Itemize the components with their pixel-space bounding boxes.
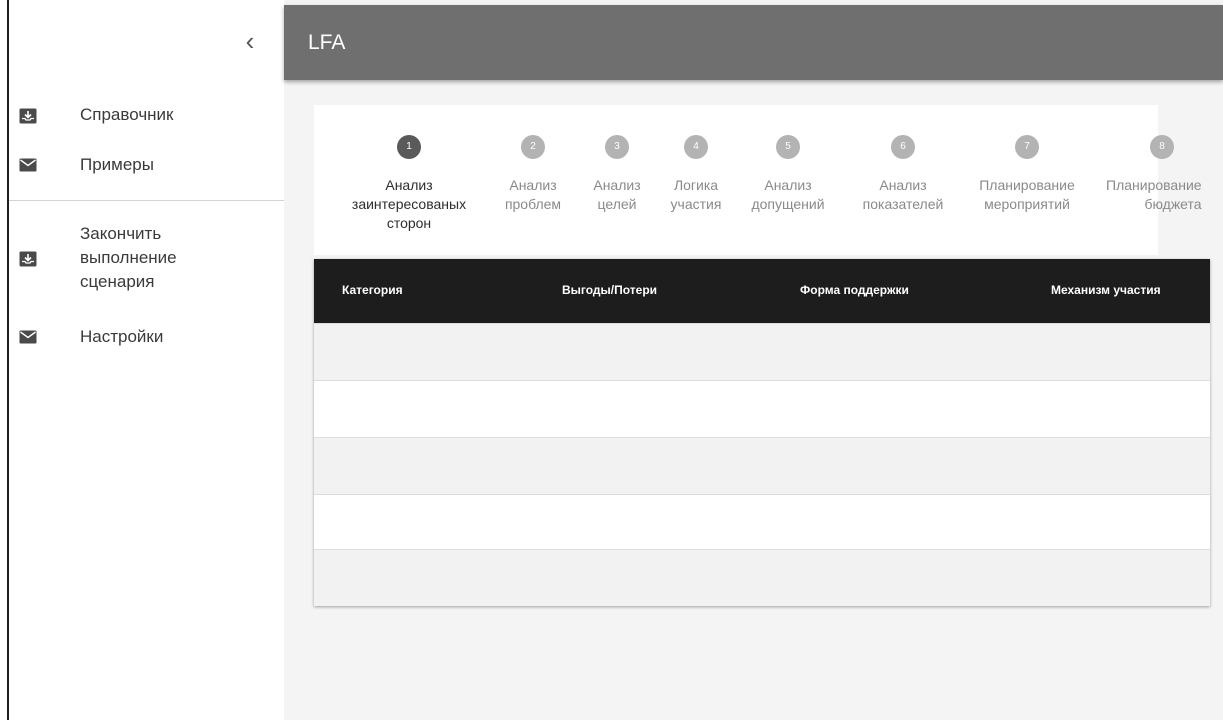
sidebar-item-label: Настройки [80, 327, 164, 346]
sidebar: ‹ Справочник Примеры Закончить выполнени… [9, 0, 284, 720]
step-number: 7 [1015, 135, 1039, 159]
step-number: 6 [891, 135, 915, 159]
step-number: 1 [397, 135, 421, 159]
stepper: 1 Анализ заинтересованых сторон 2 Анализ… [314, 105, 1202, 255]
sidebar-divider [9, 200, 284, 201]
envelope-icon [19, 158, 37, 172]
step-label: Анализ допущений [751, 177, 825, 212]
step-label: Анализ проблем [504, 177, 562, 212]
stakeholder-table: Категория Выгоды/Потери Форма поддержки … [314, 259, 1210, 606]
sidebar-item-examples[interactable]: Примеры [9, 152, 284, 178]
step-label: Анализ показателей [862, 177, 944, 212]
step-number: 4 [684, 135, 708, 159]
step-label: Логика участия [670, 177, 722, 212]
step-label: Планирование мероприятий [979, 177, 1075, 212]
sidebar-item-label: Справочник [80, 105, 174, 124]
table-row[interactable] [314, 437, 1210, 494]
sidebar-item-label: Примеры [80, 155, 154, 174]
chevron-left-icon: ‹ [245, 26, 255, 56]
table-row[interactable] [314, 380, 1210, 437]
envelope-icon [19, 330, 37, 344]
step-number: 2 [521, 135, 545, 159]
sidebar-item-finish-scenario[interactable]: Закончить выполнение сценария [9, 222, 284, 298]
collapse-sidebar-button[interactable]: ‹ [235, 26, 265, 56]
step-number: 8 [1150, 135, 1174, 159]
inbox-download-icon [19, 108, 37, 124]
step-number: 5 [776, 135, 800, 159]
app-title: LFA [308, 31, 346, 54]
app-bar: LFA [284, 5, 1223, 80]
step-number: 3 [605, 135, 629, 159]
sidebar-item-settings[interactable]: Настройки [9, 324, 284, 350]
sidebar-item-reference[interactable]: Справочник [9, 103, 284, 129]
column-header-participation-mechanism[interactable]: Механизм участия [1051, 283, 1161, 297]
sidebar-item-label: Закончить выполнение сценария [80, 224, 177, 291]
table-row[interactable] [314, 323, 1210, 380]
step-label: Анализ целей [593, 177, 641, 212]
column-header-support-form[interactable]: Форма поддержки [800, 283, 909, 297]
table-row[interactable] [314, 494, 1210, 551]
main-content: LFA 1 Анализ заинтересованых сторон 2 Ан… [284, 0, 1223, 720]
table-row[interactable] [314, 549, 1210, 606]
inbox-download-icon [19, 251, 37, 267]
column-header-benefits-losses[interactable]: Выгоды/Потери [562, 283, 657, 297]
step-label: Анализ заинтересованых сторон [351, 177, 467, 231]
column-header-category[interactable]: Категория [342, 283, 403, 297]
table-header: Категория Выгоды/Потери Форма поддержки … [314, 259, 1210, 323]
step-label: Планирование бюджета [1106, 177, 1202, 212]
